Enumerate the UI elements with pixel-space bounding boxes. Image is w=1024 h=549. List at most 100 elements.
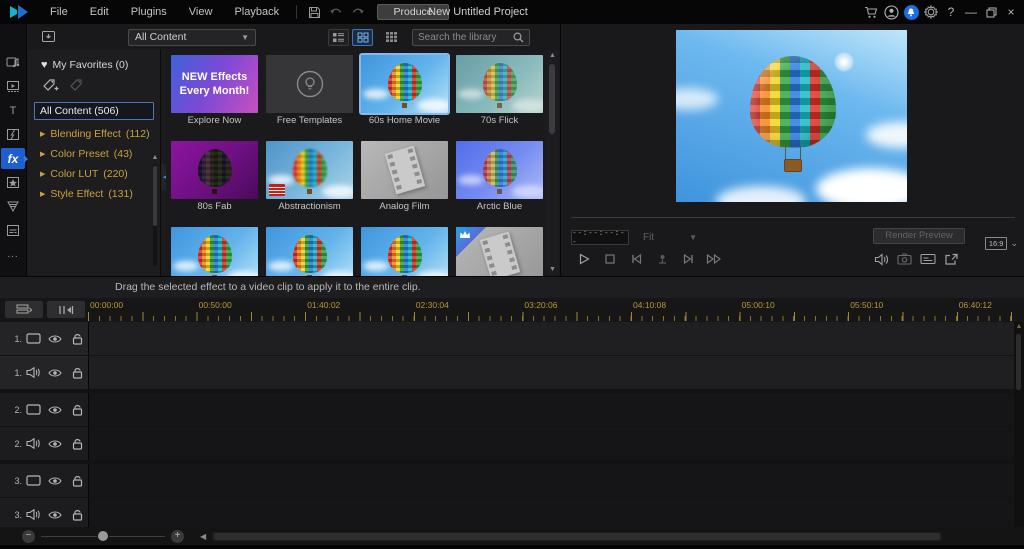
lock-toggle-icon[interactable] xyxy=(72,438,83,450)
effect-card[interactable]: 60s Home Movie xyxy=(361,55,448,131)
effect-card[interactable]: 70s Flick xyxy=(456,55,543,131)
lock-toggle-icon[interactable] xyxy=(72,475,83,487)
effect-thumbnail[interactable] xyxy=(171,227,258,276)
remove-tag-icon[interactable] xyxy=(69,78,84,93)
eye-toggle-icon[interactable] xyxy=(48,405,62,415)
more-rooms-button[interactable]: ... xyxy=(1,244,25,265)
lock-toggle-icon[interactable] xyxy=(72,509,83,521)
track-header[interactable]: 2. xyxy=(0,393,88,426)
effect-thumbnail[interactable]: NEW EffectsEvery Month! xyxy=(171,55,258,113)
track-header[interactable]: 3. xyxy=(0,464,88,497)
undo-icon[interactable] xyxy=(325,1,347,23)
category-item[interactable]: ▶Blending Effect(112) xyxy=(28,124,160,144)
scrollbar-thumb[interactable] xyxy=(549,64,555,134)
zoom-slider-track[interactable] xyxy=(109,536,165,537)
cart-icon[interactable] xyxy=(862,1,880,23)
close-icon[interactable]: × xyxy=(1002,1,1020,23)
eye-toggle-icon[interactable] xyxy=(48,476,62,486)
save-icon[interactable] xyxy=(303,1,325,23)
expand-arrow-icon[interactable]: ▶ xyxy=(40,150,45,158)
collection-dropdown[interactable]: All Content ▼ xyxy=(128,29,256,46)
timeline-ruler[interactable]: 00:00:0000:50:0001:40:0202:30:0403:20:06… xyxy=(88,298,1014,322)
lock-toggle-icon[interactable] xyxy=(72,404,83,416)
overlay-room-icon[interactable] xyxy=(1,76,25,97)
track-manager-button[interactable] xyxy=(5,301,43,318)
undock-preview-icon[interactable] xyxy=(944,253,959,266)
thumbnail-size-icon[interactable] xyxy=(381,29,402,46)
scroll-up-icon[interactable]: ▲ xyxy=(1014,322,1024,332)
track-lane[interactable] xyxy=(88,427,1014,460)
effect-card[interactable] xyxy=(361,227,448,276)
expand-arrow-icon[interactable]: ▶ xyxy=(40,170,45,178)
effect-thumbnail[interactable] xyxy=(266,227,353,276)
menu-file[interactable]: File xyxy=(39,0,79,24)
category-item[interactable]: ▶Color Preset(43) xyxy=(28,144,160,164)
media-room-icon[interactable] xyxy=(1,52,25,73)
category-scrollbar[interactable]: ▲ xyxy=(151,154,159,266)
effect-card[interactable]: Free Templates xyxy=(266,55,353,131)
scrollbar-thumb[interactable] xyxy=(214,533,940,540)
effect-thumbnail[interactable] xyxy=(456,141,543,199)
effect-card[interactable]: Arctic Blue xyxy=(456,141,543,217)
zoom-in-button[interactable]: + xyxy=(171,530,184,543)
effect-card[interactable]: 80s Fab xyxy=(171,141,258,217)
menu-view[interactable]: View xyxy=(178,0,224,24)
category-item[interactable]: ▶Style Effect(131) xyxy=(28,184,160,204)
track-lane[interactable] xyxy=(88,356,1014,389)
track-header[interactable]: 2. xyxy=(0,427,88,460)
snapshot-camera-icon[interactable] xyxy=(897,253,912,265)
import-media-icon[interactable] xyxy=(40,30,56,44)
effect-thumbnail[interactable] xyxy=(456,227,543,276)
settings-gear-icon[interactable] xyxy=(922,1,940,23)
eye-toggle-icon[interactable] xyxy=(48,368,62,378)
grid-view-button[interactable] xyxy=(352,29,373,46)
filter-all-content[interactable]: All Content (506) xyxy=(34,102,154,120)
effect-card[interactable]: NEW EffectsEvery Month!Explore Now xyxy=(171,55,258,131)
timecode-field[interactable]: --:--:--:-- xyxy=(571,230,629,245)
zoom-slider-handle[interactable] xyxy=(98,531,108,541)
eye-toggle-icon[interactable] xyxy=(48,439,62,449)
effect-thumbnail[interactable] xyxy=(266,55,353,113)
expand-arrow-icon[interactable]: ▶ xyxy=(40,130,45,138)
pip-objects-room-icon[interactable] xyxy=(1,172,25,193)
effect-card[interactable] xyxy=(266,227,353,276)
play-button[interactable] xyxy=(571,250,597,268)
scroll-left-icon[interactable]: ◀ xyxy=(200,532,206,541)
eye-toggle-icon[interactable] xyxy=(48,510,62,520)
help-icon[interactable]: ? xyxy=(942,1,960,23)
lock-toggle-icon[interactable] xyxy=(72,367,83,379)
next-frame-button[interactable] xyxy=(675,250,701,268)
zoom-out-button[interactable]: − xyxy=(22,530,35,543)
effect-room-icon[interactable]: fx xyxy=(1,148,25,169)
category-item[interactable]: ▶Color LUT(220) xyxy=(28,164,160,184)
particle-room-icon[interactable] xyxy=(1,196,25,217)
effect-card[interactable] xyxy=(171,227,258,276)
lock-toggle-icon[interactable] xyxy=(72,333,83,345)
track-lane[interactable] xyxy=(88,393,1014,426)
fast-forward-button[interactable] xyxy=(701,250,727,268)
eye-toggle-icon[interactable] xyxy=(48,334,62,344)
menu-edit[interactable]: Edit xyxy=(79,0,120,24)
scrollbar-thumb[interactable] xyxy=(153,166,157,226)
scroll-up-icon[interactable]: ▲ xyxy=(151,154,159,161)
scroll-down-icon[interactable]: ▼ xyxy=(547,264,558,276)
zoom-fit-dropdown[interactable]: Fit ▼ xyxy=(639,230,701,245)
zoom-slider-track[interactable] xyxy=(41,536,97,537)
effect-card[interactable]: Analog Film xyxy=(361,141,448,217)
expand-arrow-icon[interactable]: ▶ xyxy=(40,190,45,198)
menu-playback[interactable]: Playback xyxy=(223,0,290,24)
record-marker-button[interactable] xyxy=(649,250,675,268)
previous-frame-button[interactable] xyxy=(623,250,649,268)
add-tag-icon[interactable] xyxy=(42,78,59,93)
minimize-icon[interactable]: — xyxy=(962,1,980,23)
volume-icon[interactable] xyxy=(874,253,889,266)
redo-icon[interactable] xyxy=(347,1,369,23)
transition-room-icon[interactable] xyxy=(1,124,25,145)
effect-thumbnail[interactable] xyxy=(361,55,448,113)
account-icon[interactable] xyxy=(882,1,900,23)
timeline-vertical-scrollbar[interactable]: ▲ xyxy=(1014,322,1024,527)
effect-thumbnail[interactable] xyxy=(456,55,543,113)
subtitle-room-icon[interactable] xyxy=(1,220,25,241)
scrollbar-thumb[interactable] xyxy=(1016,334,1021,390)
search-input[interactable] xyxy=(418,32,513,43)
